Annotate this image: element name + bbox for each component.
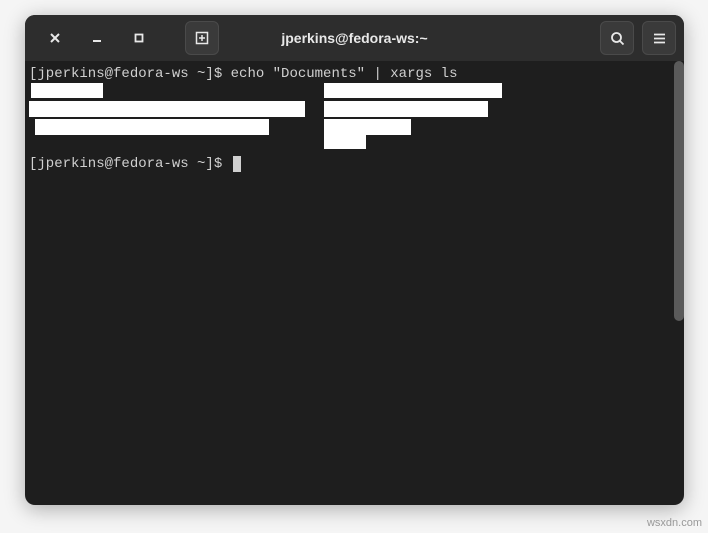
redacted-block (35, 119, 269, 135)
maximize-icon (133, 32, 145, 44)
redacted-block (29, 101, 305, 117)
prompt: [jperkins@fedora-ws ~]$ (29, 66, 231, 82)
redacted-block (324, 83, 502, 98)
new-tab-button[interactable] (185, 21, 219, 55)
redacted-block (324, 119, 411, 135)
command-output (29, 83, 680, 155)
maximize-button[interactable] (125, 24, 153, 52)
hamburger-menu-button[interactable] (642, 21, 676, 55)
cursor (233, 156, 241, 172)
prompt: [jperkins@fedora-ws ~]$ (29, 156, 231, 172)
hamburger-icon (652, 31, 667, 46)
redacted-block (324, 135, 366, 149)
minimize-icon (91, 32, 103, 44)
terminal-window: jperkins@fedora-ws:~ [jperkins@fedora-ws… (25, 15, 684, 505)
terminal-line-1: [jperkins@fedora-ws ~]$ echo "Documents"… (29, 65, 680, 83)
terminal-line-2: [jperkins@fedora-ws ~]$ (29, 155, 680, 173)
close-icon (49, 32, 61, 44)
minimize-button[interactable] (83, 24, 111, 52)
command-text: echo "Documents" | xargs ls (231, 66, 458, 82)
search-icon (610, 31, 625, 46)
close-button[interactable] (41, 24, 69, 52)
new-tab-icon (194, 30, 210, 46)
terminal-body[interactable]: [jperkins@fedora-ws ~]$ echo "Documents"… (25, 61, 684, 505)
redacted-block (31, 83, 103, 98)
window-title: jperkins@fedora-ws:~ (281, 30, 427, 46)
watermark: wsxdn.com (647, 517, 702, 529)
titlebar: jperkins@fedora-ws:~ (25, 15, 684, 61)
search-button[interactable] (600, 21, 634, 55)
scrollbar[interactable] (674, 61, 684, 321)
window-controls-right (600, 21, 676, 55)
redacted-block (324, 101, 488, 117)
window-controls-left (41, 21, 219, 55)
